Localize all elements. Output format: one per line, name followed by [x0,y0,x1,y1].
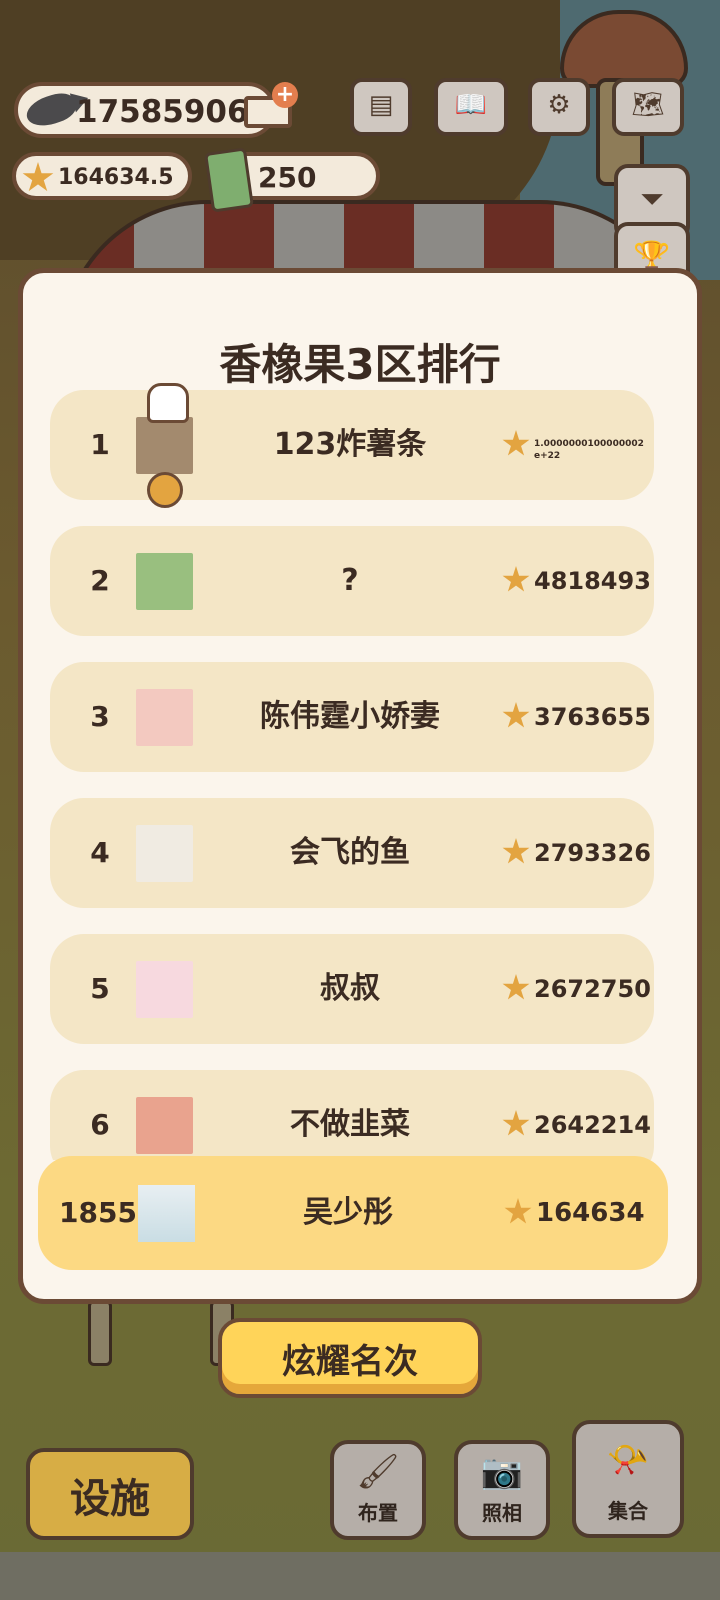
star-icon [502,838,530,864]
star-icon [502,974,530,1000]
camera-icon: 📷 [480,1452,524,1492]
ticket-currency-pill: 250 [204,147,380,213]
avatar [136,825,193,882]
player-score: 1.0000000100000002e+22 [534,439,644,461]
settings-button[interactable]: ⚙ [528,78,590,136]
ticket-count: 250 [258,161,317,194]
star-icon [502,430,530,456]
ranking-row[interactable]: 3 陈伟霆小娇妻 3763655 [50,662,654,772]
map-icon: 🗺 [631,90,665,120]
ranking-list[interactable]: 1 123炸薯条 1.0000000100000002e+22 2 ? 4818… [18,380,702,1160]
avatar [136,553,193,610]
rank-number: 2 [90,564,110,597]
star-icon [22,162,54,192]
background-table-leg [88,1300,112,1366]
show-off-rank-label: 炫耀名次 [282,1342,418,1382]
star-count: 164634.5 [58,165,174,190]
facility-label: 设施 [70,1476,150,1522]
arrange-button[interactable]: 🖌 布置 [330,1440,426,1540]
book-button[interactable]: 📖 [434,78,508,136]
medal-icon [147,472,183,508]
gather-label: 集合 [608,1499,648,1523]
player-score: 4818493 [534,567,651,595]
avatar [136,689,193,746]
player-name: 不做韭菜 [290,1107,410,1142]
rank-number: 1 [90,428,110,461]
whistle-icon: 📯 [606,1440,650,1480]
collapse-icon: ⏷ [640,182,664,217]
player-name: 会飞的鱼 [290,835,410,870]
gear-icon: ⚙ [547,90,571,120]
player-score: 3763655 [534,703,651,731]
player-name: 陈伟霆小娇妻 [260,699,440,734]
player-name: 123炸薯条 [273,427,427,462]
bottom-navigation-strip [0,1552,720,1600]
fish-currency-pill: 17585906 [14,82,276,138]
book-icon: 📖 [454,90,488,120]
star-currency-pill: 164634.5 [12,152,192,200]
rank-number: 4 [90,836,110,869]
ranking-row[interactable]: 5 叔叔 2672750 [50,934,654,1044]
ticket-icon [204,147,254,213]
show-off-rank-button[interactable]: 炫耀名次 [218,1318,482,1398]
ranking-row[interactable]: 2 ? 4818493 [50,526,654,636]
star-icon [502,702,530,728]
star-icon [502,566,530,592]
avatar [136,1097,193,1154]
chef-hat-icon [147,383,189,423]
ranking-row[interactable]: 1 123炸薯条 1.0000000100000002e+22 [50,390,654,500]
facility-button[interactable]: 设施 [26,1448,194,1540]
newspaper-icon: ▤ [368,90,394,120]
ranking-row[interactable]: 6 不做韭菜 2642214 [50,1070,654,1160]
player-score: 2793326 [534,839,651,867]
star-icon [502,1110,530,1136]
ranking-row[interactable]: 4 会飞的鱼 2793326 [50,798,654,908]
player-score: 164634 [536,1198,645,1228]
player-name: 吴少彤 [303,1195,393,1230]
camera-label: 照相 [482,1501,522,1525]
avatar [136,417,193,474]
rank-number: 5 [90,972,110,1005]
gather-button[interactable]: 📯 集合 [572,1420,684,1538]
newspaper-button[interactable]: ▤ [350,78,412,136]
fish-count: 17585906 [76,94,249,130]
camera-button[interactable]: 📷 照相 [454,1440,550,1540]
plus-icon: + [272,82,298,108]
player-name: 叔叔 [320,971,380,1006]
my-rank-row[interactable]: 1855 吴少彤 164634 [38,1156,668,1270]
star-icon [504,1198,532,1224]
avatar [136,961,193,1018]
map-button[interactable]: 🗺 [612,78,684,136]
player-name: ? [341,563,359,598]
fish-icon [22,88,80,132]
player-score: 2642214 [534,1111,651,1139]
shop-cart-button[interactable]: + [240,82,298,140]
rank-number: 3 [90,700,110,733]
paint-roller-icon: 🖌 [356,1452,400,1492]
avatar [138,1185,195,1242]
player-score: 2672750 [534,975,651,1003]
rank-number: 1855 [59,1196,137,1229]
arrange-label: 布置 [358,1501,398,1525]
rank-number: 6 [90,1108,110,1141]
